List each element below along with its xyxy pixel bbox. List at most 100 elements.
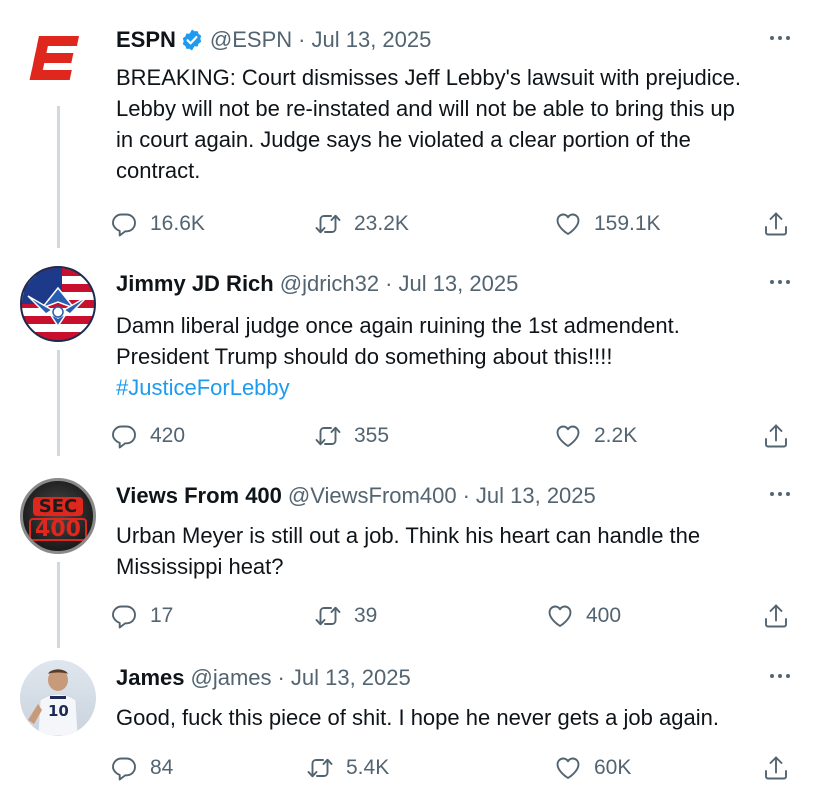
tweet-header: ESPN @ESPN · Jul 13, 2025	[116, 22, 431, 58]
like-count: 60K	[594, 756, 632, 779]
avatar[interactable]: SEC 400	[20, 478, 96, 554]
thread-line	[57, 106, 60, 248]
tweet-text: BREAKING: Court dismisses Jeff Lebby's l…	[116, 62, 806, 186]
logo-top-text: SEC	[33, 497, 83, 516]
avatar[interactable]	[20, 22, 96, 98]
like-icon	[546, 602, 574, 630]
sec400-logo: SEC 400	[27, 497, 89, 541]
like-count: 159.1K	[594, 212, 661, 235]
text-line: President Trump should do something abou…	[116, 344, 613, 369]
tweet-text: Damn liberal judge once again ruining th…	[116, 310, 806, 403]
tweet[interactable]: ESPN @ESPN · Jul 13, 2025 BREAKING: Cour…	[0, 22, 816, 248]
share-icon	[762, 422, 790, 450]
share-icon	[762, 210, 790, 238]
text-line: contract.	[116, 158, 201, 183]
retweet-button[interactable]: 355	[314, 418, 389, 454]
text-line: Urban Meyer is still out a job. Think hi…	[116, 523, 701, 548]
like-button[interactable]: 60K	[554, 750, 631, 786]
like-count: 400	[586, 604, 622, 627]
separator: ·	[462, 483, 470, 508]
logo-bottom-text: 400	[29, 518, 87, 541]
share-button[interactable]	[762, 206, 790, 242]
tweet-header: Views From 400 @ViewsFrom400 · Jul 13, 2…	[116, 478, 596, 514]
avatar[interactable]: 10	[20, 660, 96, 736]
tweet-header: James @james · Jul 13, 2025	[116, 660, 411, 696]
separator: ·	[277, 665, 285, 690]
reply-count: 420	[150, 424, 186, 447]
espn-logo-icon	[29, 36, 80, 80]
retweet-button[interactable]: 39	[314, 598, 377, 634]
like-button[interactable]: 2.2K	[554, 418, 637, 454]
timestamp[interactable]: Jul 13, 2025	[398, 271, 518, 297]
more-icon[interactable]	[764, 28, 796, 48]
more-icon[interactable]	[764, 666, 796, 686]
handle[interactable]: @jdrich32	[280, 271, 379, 297]
tweet[interactable]: Jimmy JD Rich @jdrich32 · Jul 13, 2025 D…	[0, 266, 816, 456]
retweet-count: 23.2K	[354, 212, 409, 235]
separator: ·	[298, 27, 306, 52]
reply-button[interactable]: 420	[110, 418, 185, 454]
more-icon[interactable]	[764, 272, 796, 292]
action-bar: 16.6K 23.2K 159.1K	[110, 206, 800, 242]
display-name[interactable]: James	[116, 665, 185, 691]
timestamp[interactable]: Jul 13, 2025	[291, 665, 411, 691]
text-line: Lebby will not be re-instated and will n…	[116, 96, 735, 121]
air-force-emblem-icon	[27, 286, 89, 328]
hashtag-link[interactable]: #JusticeForLebby	[116, 372, 806, 403]
like-icon	[554, 422, 582, 450]
reply-button[interactable]: 16.6K	[110, 206, 205, 242]
handle[interactable]: @james	[191, 665, 272, 691]
verified-badge-icon	[182, 29, 202, 51]
timestamp[interactable]: Jul 13, 2025	[476, 483, 596, 509]
reply-icon	[110, 602, 138, 630]
tweet-header: Jimmy JD Rich @jdrich32 · Jul 13, 2025	[116, 266, 518, 302]
action-bar: 84 5.4K 60K	[110, 750, 800, 786]
text-line: Damn liberal judge once again ruining th…	[116, 313, 680, 338]
retweet-button[interactable]: 5.4K	[306, 750, 389, 786]
reply-button[interactable]: 84	[110, 750, 173, 786]
player-photo-icon	[28, 669, 79, 736]
reply-count: 16.6K	[150, 212, 205, 235]
retweet-button[interactable]: 23.2K	[314, 206, 409, 242]
like-count: 2.2K	[594, 424, 638, 447]
handle[interactable]: @ViewsFrom400	[288, 483, 457, 509]
like-button[interactable]: 159.1K	[554, 206, 661, 242]
jersey-number: 10	[48, 702, 69, 720]
retweet-icon	[314, 210, 342, 238]
share-button[interactable]	[762, 418, 790, 454]
timestamp[interactable]: Jul 13, 2025	[312, 27, 432, 53]
more-icon[interactable]	[764, 484, 796, 504]
display-name[interactable]: ESPN	[116, 27, 176, 53]
handle[interactable]: @ESPN	[210, 27, 292, 53]
tweet-text: Good, fuck this piece of shit. I hope he…	[116, 702, 806, 733]
share-button[interactable]	[762, 750, 790, 786]
like-icon	[554, 210, 582, 238]
text-line: Mississippi heat?	[116, 554, 284, 579]
tweet[interactable]: SEC 400 Views From 400 @ViewsFrom400 · J…	[0, 478, 816, 648]
like-icon	[554, 754, 582, 782]
avatar[interactable]	[20, 266, 96, 342]
action-bar: 420 355 2.2K	[110, 418, 800, 454]
tweet[interactable]: 10 James @james · Jul 13, 2025 Good, fuc…	[0, 660, 816, 790]
reply-icon	[110, 210, 138, 238]
retweet-count: 5.4K	[346, 756, 390, 779]
retweet-icon	[314, 602, 342, 630]
display-name[interactable]: Jimmy JD Rich	[116, 271, 274, 297]
like-button[interactable]: 400	[546, 598, 621, 634]
text-line: in court again. Judge says he violated a…	[116, 127, 691, 152]
separator: ·	[385, 271, 393, 296]
retweet-count: 355	[354, 424, 390, 447]
retweet-count: 39	[354, 604, 378, 627]
reply-count: 84	[150, 756, 174, 779]
retweet-icon	[314, 422, 342, 450]
reply-icon	[110, 754, 138, 782]
text-line: Good, fuck this piece of shit. I hope he…	[116, 705, 719, 730]
display-name[interactable]: Views From 400	[116, 483, 282, 509]
action-bar: 17 39 400	[110, 598, 800, 634]
reply-icon	[110, 422, 138, 450]
reply-button[interactable]: 17	[110, 598, 173, 634]
thread-line	[57, 562, 60, 648]
share-button[interactable]	[762, 598, 790, 634]
share-icon	[762, 602, 790, 630]
text-line: BREAKING: Court dismisses Jeff Lebby's l…	[116, 65, 741, 90]
